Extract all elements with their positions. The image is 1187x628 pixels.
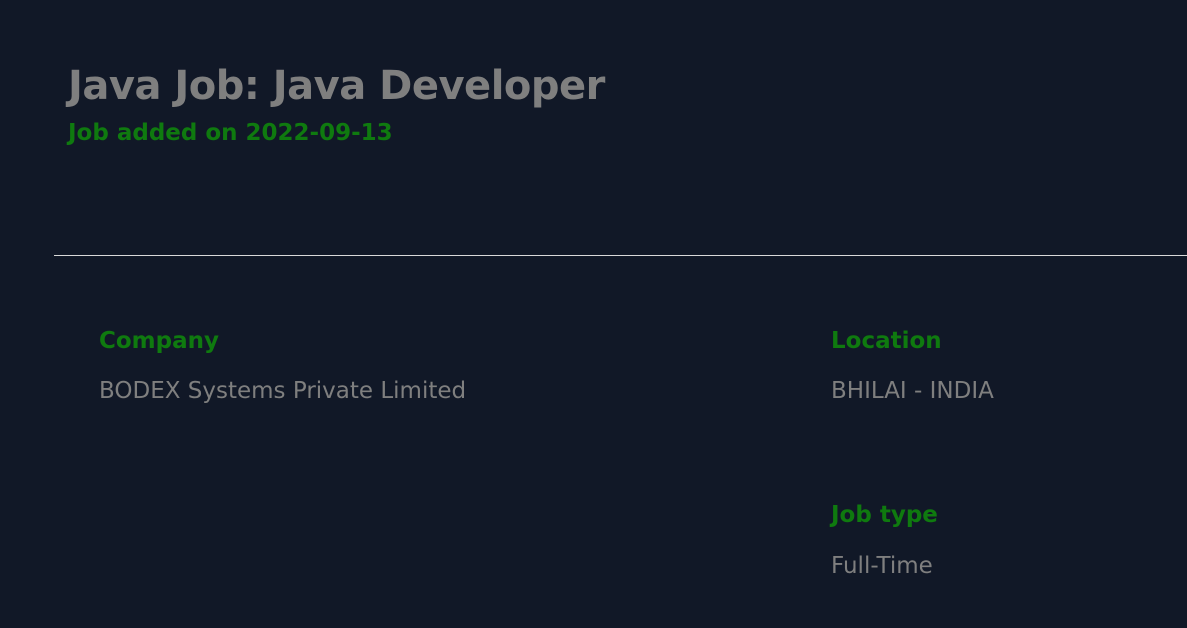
company-value: BODEX Systems Private Limited bbox=[99, 378, 467, 404]
job-added-date: Job added on 2022-09-13 bbox=[68, 120, 393, 146]
job-type-label: Job type bbox=[831, 502, 938, 528]
job-type-value: Full-Time bbox=[831, 553, 933, 579]
company-label: Company bbox=[99, 328, 219, 354]
section-divider bbox=[54, 255, 1187, 256]
location-label: Location bbox=[831, 328, 942, 354]
page-title: Java Job: Java Developer bbox=[68, 63, 605, 109]
location-value: BHILAI - INDIA bbox=[831, 378, 994, 404]
